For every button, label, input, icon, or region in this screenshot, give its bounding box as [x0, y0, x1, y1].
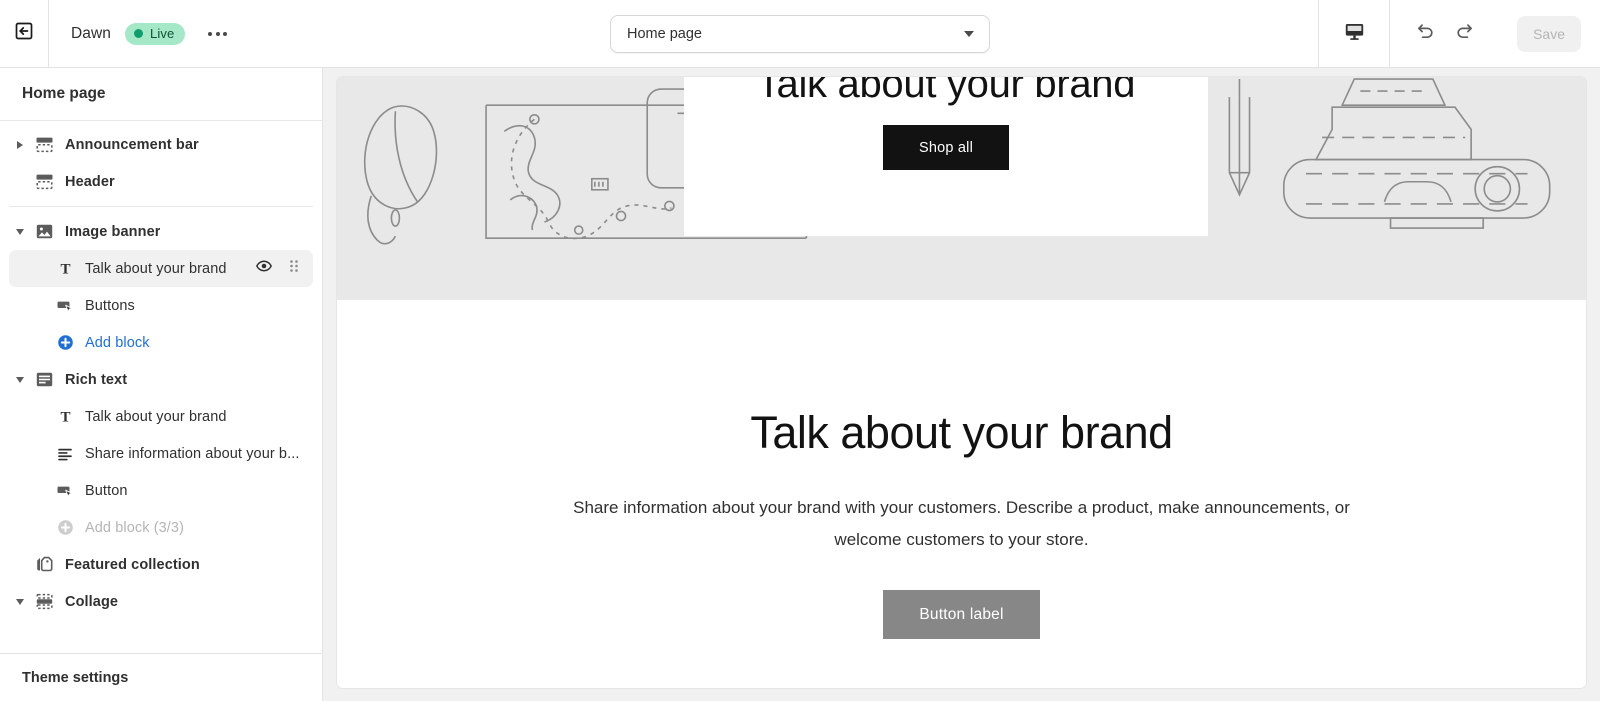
text-block-icon: T — [53, 260, 77, 277]
more-actions-button[interactable] — [199, 24, 236, 44]
paragraph-block-icon — [53, 445, 77, 463]
rich-text-heading: Talk about your brand — [750, 407, 1173, 458]
rich-text-button[interactable]: Button label — [883, 590, 1040, 640]
disclosure-toggle[interactable] — [9, 140, 31, 149]
sidebar-add-block-label: Add block (3/3) — [85, 519, 185, 536]
sidebar-item-label: Collage — [65, 593, 119, 610]
chevron-down-icon — [964, 30, 974, 37]
add-circle-icon — [53, 334, 77, 351]
sidebar-item-announcement-bar[interactable]: Announcement bar — [9, 126, 313, 163]
image-icon — [31, 222, 57, 241]
more-actions-icon — [208, 31, 213, 36]
undo-button[interactable] — [1407, 16, 1443, 52]
sidebar-item-label: Rich text — [65, 371, 128, 388]
page-selector[interactable]: Home page — [610, 14, 990, 53]
button-block-icon — [53, 297, 77, 315]
sidebar-add-block-banner[interactable]: Add block — [9, 324, 313, 361]
theme-name: Dawn — [71, 24, 112, 42]
sidebar-theme-settings[interactable]: Theme settings — [0, 653, 322, 701]
sidebar-title: Home page — [0, 68, 322, 121]
redo-button[interactable] — [1447, 16, 1483, 52]
section-bar-icon — [31, 135, 57, 154]
sidebar-add-block-label: Add block — [85, 334, 150, 351]
preview-image-banner: Talk about your brand Shop all — [337, 77, 1586, 300]
undo-icon — [1414, 20, 1436, 47]
sidebar-block-button[interactable]: Button — [9, 472, 313, 509]
banner-content-card: Talk about your brand Shop all — [684, 77, 1208, 236]
section-bar-icon — [31, 172, 57, 191]
sidebar-item-label: Announcement bar — [65, 136, 199, 153]
banner-shop-all-button[interactable]: Shop all — [883, 125, 1009, 170]
rich-text-icon — [31, 370, 57, 389]
top-toolbar: Dawn Live Home page Save — [0, 0, 1600, 68]
theme-editor: Dawn Live Home page Save Home page Annou… — [0, 0, 1600, 701]
theme-info: Dawn Live — [49, 0, 236, 67]
page-selector-value: Home page — [627, 25, 702, 42]
sidebar-item-collage[interactable]: Collage — [9, 583, 313, 620]
sidebar-block-label: Talk about your brand — [85, 260, 227, 277]
save-button[interactable]: Save — [1517, 15, 1581, 52]
chevron-down-icon — [16, 376, 24, 383]
disclosure-toggle[interactable] — [9, 598, 31, 605]
desktop-preview-button[interactable] — [1336, 16, 1372, 52]
banner-heading: Talk about your brand — [756, 77, 1136, 106]
eye-icon[interactable] — [255, 257, 273, 280]
editor-body: Home page Announcement bar Header Image … — [0, 68, 1600, 701]
sidebar-block-buttons[interactable]: Buttons — [9, 287, 313, 324]
sidebar-block-label: Button — [85, 482, 128, 499]
sidebar-block-talk-about-your-brand-richtext[interactable]: T Talk about your brand — [9, 398, 313, 435]
sidebar-block-label: Talk about your brand — [85, 408, 227, 425]
live-dot-icon — [134, 29, 144, 38]
preview-rich-text-section: Talk about your brand Share information … — [337, 300, 1586, 688]
chevron-down-icon — [16, 228, 24, 235]
svg-text:T: T — [60, 409, 70, 425]
collage-icon — [31, 592, 57, 611]
button-block-icon — [53, 482, 77, 500]
sidebar-block-share-information[interactable]: Share information about your b... — [9, 435, 313, 472]
preview-container: Talk about your brand Shop all Talk abou… — [323, 68, 1600, 701]
add-circle-icon — [53, 519, 77, 536]
sidebar-group-template: Image banner T Talk about your brand But… — [0, 213, 322, 620]
sidebar-item-label: Image banner — [65, 223, 161, 240]
disclosure-toggle[interactable] — [9, 228, 31, 235]
collection-tag-icon — [31, 555, 57, 574]
sidebar-add-block-richtext: Add block (3/3) — [9, 509, 313, 546]
drag-handle-icon[interactable] — [287, 258, 301, 279]
status-badge: Live — [125, 22, 186, 45]
text-block-icon: T — [53, 408, 77, 425]
rich-text-paragraph: Share information about your brand with … — [573, 497, 1350, 549]
sidebar-item-header[interactable]: Header — [9, 163, 313, 200]
sidebar-divider — [9, 206, 313, 207]
sidebar-block-label: Buttons — [85, 297, 135, 314]
sidebar: Home page Announcement bar Header Image … — [0, 68, 323, 701]
status-badge-label: Live — [150, 26, 175, 41]
storefront-preview: Talk about your brand Shop all Talk abou… — [337, 77, 1586, 688]
block-actions — [255, 257, 305, 280]
chevron-down-icon — [16, 598, 24, 605]
desktop-preview-icon — [1344, 21, 1365, 47]
exit-editor-button[interactable] — [0, 0, 49, 67]
sidebar-item-rich-text[interactable]: Rich text — [9, 361, 313, 398]
sidebar-block-talk-about-your-brand-banner[interactable]: T Talk about your brand — [9, 250, 313, 287]
exit-arrow-icon — [13, 20, 35, 47]
sidebar-item-featured-collection[interactable]: Featured collection — [9, 546, 313, 583]
chevron-right-icon — [17, 140, 23, 149]
sidebar-group-header: Announcement bar Header — [0, 126, 322, 200]
sidebar-item-label: Header — [65, 173, 115, 190]
sidebar-sections: Announcement bar Header Image banner T T… — [0, 121, 322, 653]
sidebar-item-image-banner[interactable]: Image banner — [9, 213, 313, 250]
svg-text:T: T — [60, 261, 70, 277]
device-group — [1318, 0, 1389, 67]
redo-icon — [1454, 20, 1476, 47]
history-group — [1389, 0, 1500, 67]
sidebar-item-label: Featured collection — [65, 556, 200, 573]
toolbar-actions: Save — [1318, 0, 1600, 67]
sidebar-block-label: Share information about your b... — [85, 445, 300, 462]
disclosure-toggle[interactable] — [9, 376, 31, 383]
